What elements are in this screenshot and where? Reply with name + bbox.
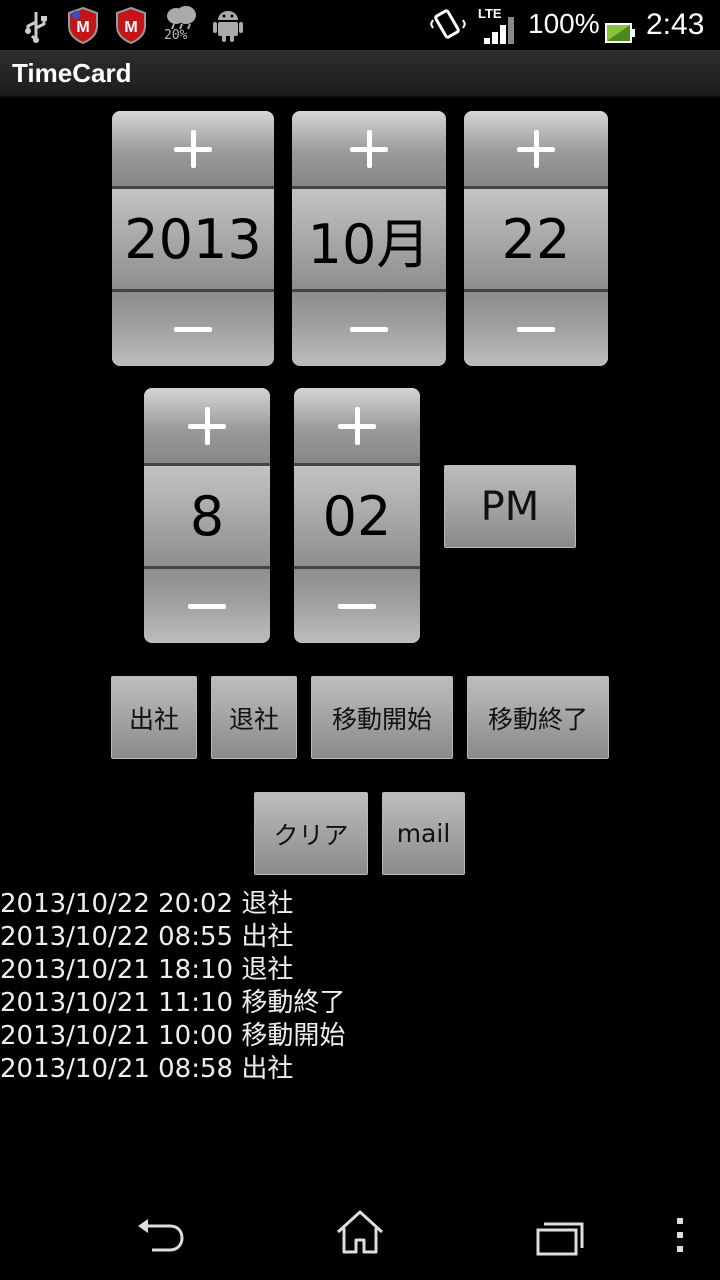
plus-icon [350,129,388,168]
home-icon[interactable] [334,1208,386,1256]
clock-in-button[interactable]: 出社 [111,676,197,759]
ampm-toggle-button[interactable]: PM [444,465,576,548]
day-decrement-button[interactable] [464,292,608,366]
clear-button[interactable]: クリア [254,792,368,875]
svg-text:M: M [76,19,89,36]
year-decrement-button[interactable] [112,292,274,366]
vibrate-icon [430,9,466,39]
year-value[interactable]: 2013 [112,189,274,289]
minus-icon [338,603,376,609]
minute-decrement-button[interactable] [294,569,420,643]
action-bar: TimeCard [0,50,720,98]
log-entry: 2013/10/21 18:10 退社 [0,955,294,985]
time-log: 2013/10/22 20:02 退社 2013/10/22 08:55 出社 … [0,888,720,1086]
year-picker: 2013 [112,111,274,366]
signal-icon [484,17,514,44]
day-picker: 22 [464,111,608,366]
mail-button[interactable]: mail [382,792,465,875]
clock-out-button[interactable]: 退社 [211,676,297,759]
hour-value[interactable]: 8 [144,466,270,566]
battery-icon [605,23,635,43]
log-entry: 2013/10/21 08:58 出社 [0,1054,294,1084]
month-increment-button[interactable] [292,111,446,186]
hour-decrement-button[interactable] [144,569,270,643]
android-icon [213,11,243,42]
month-picker: 10月 [292,111,446,366]
log-entry: 2013/10/22 08:55 出社 [0,922,294,952]
minus-icon [188,603,226,609]
plus-icon [338,406,376,445]
plus-icon [188,406,226,445]
minus-icon [350,326,388,332]
minute-increment-button[interactable] [294,388,420,463]
battery-percent: 100% [528,8,600,39]
status-bar: M M 20% LTE 100% 2:43 [0,0,720,50]
navigation-bar [0,1190,720,1280]
plus-icon [517,129,555,168]
weather-percent: 20% [164,28,188,43]
log-entry: 2013/10/21 10:00 移動開始 [0,1021,346,1051]
minute-picker: 02 [294,388,420,643]
back-icon[interactable] [132,1216,188,1256]
move-end-button[interactable]: 移動終了 [467,676,609,759]
log-entry: 2013/10/21 11:10 移動終了 [0,988,346,1018]
minute-value[interactable]: 02 [294,466,420,566]
recents-icon[interactable] [534,1218,586,1258]
hour-increment-button[interactable] [144,388,270,463]
weather-icon: 20% [164,4,198,46]
svg-text:M: M [124,19,137,36]
mcafee-icon: M [68,6,98,44]
plus-icon [174,129,212,168]
clock: 2:43 [646,8,705,41]
log-entry: 2013/10/22 20:02 退社 [0,889,294,919]
move-start-button[interactable]: 移動開始 [311,676,453,759]
minus-icon [517,326,555,332]
hour-picker: 8 [144,388,270,643]
month-value[interactable]: 10月 [292,189,446,289]
usb-icon [25,12,47,43]
month-decrement-button[interactable] [292,292,446,366]
year-increment-button[interactable] [112,111,274,186]
app-title: TimeCard [12,58,132,88]
menu-icon[interactable] [672,1216,688,1256]
mcafee-icon: M [116,6,146,44]
minus-icon [174,326,212,332]
day-increment-button[interactable] [464,111,608,186]
day-value[interactable]: 22 [464,189,608,289]
